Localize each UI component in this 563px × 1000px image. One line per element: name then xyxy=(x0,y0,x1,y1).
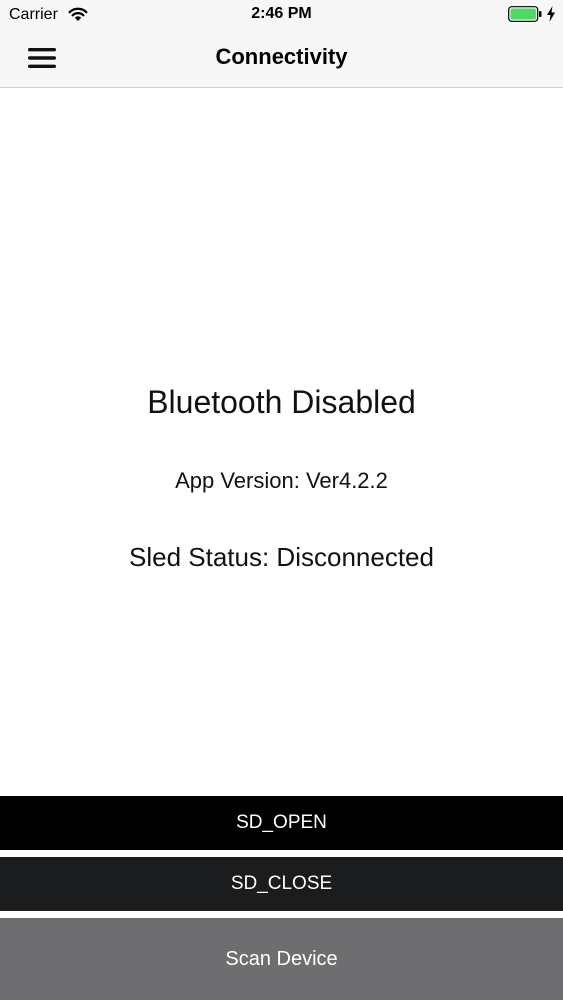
sd-open-button[interactable]: SD_OPEN xyxy=(0,796,563,850)
status-time: 2:46 PM xyxy=(251,5,312,22)
bluetooth-status-label: Bluetooth Disabled xyxy=(147,384,416,420)
page-title: Connectivity xyxy=(215,44,348,69)
sled-status-label: Sled Status: Disconnected xyxy=(129,542,434,572)
navigation-bar: Connectivity xyxy=(0,30,563,88)
sd-close-button[interactable]: SD_CLOSE xyxy=(0,857,563,911)
charging-bolt-icon xyxy=(547,6,555,22)
scan-device-button[interactable]: Scan Device xyxy=(0,918,563,1000)
main-content: Bluetooth Disabled App Version: Ver4.2.2… xyxy=(0,88,563,796)
app-version-label: App Version: Ver4.2.2 xyxy=(175,468,388,493)
status-bar: Carrier 2:46 PM xyxy=(0,0,563,30)
battery-icon xyxy=(508,6,542,22)
